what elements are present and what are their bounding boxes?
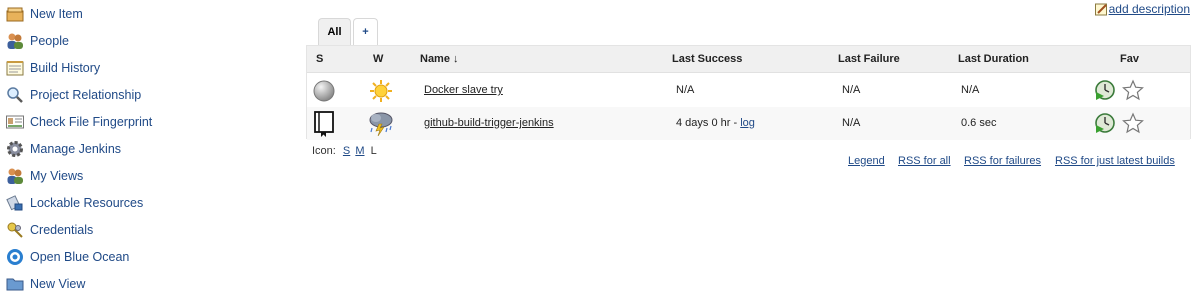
notepad-icon	[5, 58, 25, 78]
last-success-value: 4 days 0 hr - log	[676, 107, 755, 140]
grey-ball-icon[interactable]	[313, 80, 335, 102]
col-header-fav[interactable]: Fav	[1120, 46, 1139, 73]
sidebar-item-label: Build History	[30, 60, 101, 75]
sidebar-item-open-blue-ocean[interactable]: Open Blue Ocean	[0, 243, 290, 270]
col-header-weather[interactable]: W	[373, 46, 383, 73]
last-success-value: N/A	[676, 84, 695, 96]
icon-size-medium-link[interactable]: M	[355, 145, 364, 157]
new-item-icon	[5, 4, 25, 24]
table-header: S W Name ↓ Last Success Last Failure Las…	[307, 46, 1190, 73]
key-icon	[5, 220, 25, 240]
col-header-last-duration[interactable]: Last Duration	[958, 46, 1029, 73]
legend-link[interactable]: Legend	[848, 155, 885, 167]
tab-add-view[interactable]: +	[353, 18, 378, 45]
lock-icon	[5, 193, 25, 213]
icon-size-selector: Icon: S M L	[312, 145, 377, 157]
icon-size-small-link[interactable]: S	[343, 145, 350, 157]
sidebar-item-project-relationship[interactable]: Project Relationship	[0, 81, 290, 108]
icon-size-label: Icon:	[312, 145, 336, 157]
last-success-log-link[interactable]: log	[740, 117, 755, 129]
fingerprint-card-icon	[5, 112, 25, 132]
sidebar-item-check-file-fingerprint[interactable]: Check File Fingerprint	[0, 108, 290, 135]
blue-ocean-icon	[5, 247, 25, 267]
sidebar-item-label: New Item	[30, 6, 83, 21]
schedule-build-icon[interactable]	[1094, 79, 1116, 101]
sidebar-item-label: Open Blue Ocean	[30, 249, 130, 264]
sidebar-item-label: People	[30, 33, 69, 48]
sidebar-item-people[interactable]: People	[0, 27, 290, 54]
sidebar-item-label: My Views	[30, 168, 84, 183]
people-icon	[5, 166, 25, 186]
sidebar-item-label: New View	[30, 276, 86, 291]
sidebar-item-label: Credentials	[30, 222, 94, 237]
add-description-link[interactable]: add description	[1094, 2, 1190, 16]
job-name-link[interactable]: Docker slave try	[424, 74, 503, 107]
sidebar-item-new-view[interactable]: New View	[0, 270, 290, 297]
col-header-last-success[interactable]: Last Success	[672, 46, 742, 73]
sidebar-item-build-history[interactable]: Build History	[0, 54, 290, 81]
col-header-last-failure[interactable]: Last Failure	[838, 46, 900, 73]
projectstatus-table: S W Name ↓ Last Success Last Failure Las…	[306, 45, 1191, 140]
sidebar-item-manage-jenkins[interactable]: Manage Jenkins	[0, 135, 290, 162]
sidebar-item-label: Check File Fingerprint	[30, 114, 153, 129]
favorite-star-icon[interactable]	[1122, 112, 1144, 134]
sidebar-item-lockable-resources[interactable]: Lockable Resources	[0, 189, 290, 216]
last-duration-value: N/A	[961, 84, 980, 96]
sidebar-item-label: Manage Jenkins	[30, 141, 122, 156]
last-failure-value: N/A	[842, 84, 861, 96]
sidebar-item-new-item[interactable]: New Item	[0, 0, 290, 27]
gear-icon	[5, 139, 25, 159]
view-tabs: All +	[318, 18, 378, 45]
table-row: Docker slave try N/A N/A N/A	[307, 74, 1190, 107]
add-description-label: add description	[1108, 2, 1190, 16]
sidebar-item-credentials[interactable]: Credentials	[0, 216, 290, 243]
sidebar-item-label: Lockable Resources	[30, 195, 144, 210]
favorite-star-icon[interactable]	[1122, 79, 1144, 101]
rss-failures-link[interactable]: RSS for failures	[964, 155, 1041, 167]
magnifier-icon	[5, 85, 25, 105]
people-icon	[5, 31, 25, 51]
thunderstorm-icon[interactable]	[367, 110, 395, 137]
tab-all[interactable]: All	[318, 18, 351, 45]
job-name-link[interactable]: github-build-trigger-jenkins	[424, 107, 554, 140]
edit-note-icon	[1094, 3, 1108, 16]
col-header-name[interactable]: Name ↓	[420, 46, 459, 73]
sidebar-item-label: Project Relationship	[30, 87, 142, 102]
icon-size-large-current: L	[370, 145, 377, 157]
last-duration-value: 0.6 sec	[961, 117, 997, 129]
last-failure-value: N/A	[842, 117, 861, 129]
sunny-icon[interactable]	[368, 79, 394, 103]
table-row: github-build-trigger-jenkins 4 days 0 hr…	[307, 107, 1190, 140]
rss-latest-link[interactable]: RSS for just latest builds	[1055, 155, 1175, 167]
pipeline-notebook-icon[interactable]	[313, 111, 335, 137]
folder-icon	[5, 274, 25, 294]
schedule-build-icon[interactable]	[1094, 112, 1116, 134]
sidebar-item-my-views[interactable]: My Views	[0, 162, 290, 189]
rss-all-link[interactable]: RSS for all	[898, 155, 951, 167]
col-header-status[interactable]: S	[316, 46, 323, 73]
last-success-text: 4 days 0 hr -	[676, 117, 741, 129]
